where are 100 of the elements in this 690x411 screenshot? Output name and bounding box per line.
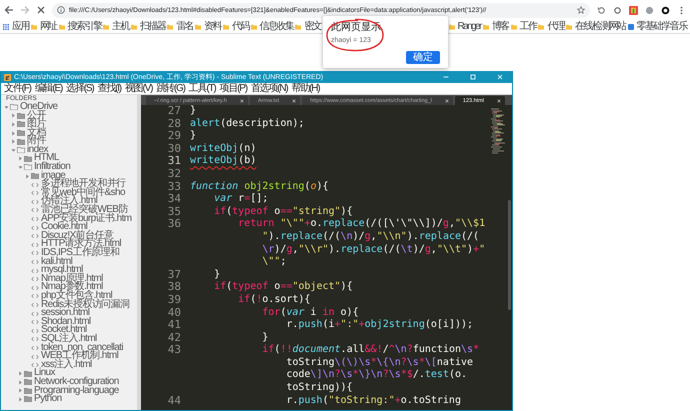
code-file-icon	[31, 182, 39, 188]
bookmark[interactable]: 在线检测网站	[566, 20, 626, 32]
file-label[interactable]: token_non_cancellati	[41, 344, 123, 352]
line-number: 29	[168, 129, 181, 142]
folder-label[interactable]: 文档	[27, 128, 46, 138]
maximize-icon[interactable]	[469, 73, 477, 81]
circle-icon[interactable]	[613, 6, 622, 14]
bookmark[interactable]: 博客	[482, 20, 509, 32]
folder-label[interactable]: 公开	[27, 112, 46, 120]
bookmark[interactable]: 密文	[295, 20, 322, 32]
code-file-icon	[31, 354, 39, 360]
code-file-icon	[31, 302, 39, 308]
caret-icon[interactable]	[18, 380, 23, 385]
folder-label[interactable]: Programing-language	[34, 386, 119, 396]
caret-icon[interactable]	[18, 164, 23, 170]
star-icon[interactable]	[577, 6, 585, 14]
bookmark[interactable]: 资料	[195, 20, 221, 32]
forward-arrow-icon[interactable]	[20, 5, 30, 15]
caret-icon[interactable]	[18, 371, 23, 376]
caret-icon[interactable]	[18, 396, 23, 402]
code-file-icon	[31, 293, 39, 300]
code-line: \r)/g,"\\r").replace(/(\t)/g,"\\t")+"	[261, 244, 486, 256]
close-icon[interactable]	[292, 98, 296, 102]
menu-item[interactable]: 视图(V)	[124, 83, 152, 94]
caret-icon[interactable]	[11, 122, 16, 127]
menu-item[interactable]: 首选项(N)	[250, 83, 288, 94]
bookmark[interactable]: 雷名	[167, 20, 194, 32]
close-icon[interactable]	[36, 5, 46, 15]
folder-icon	[510, 24, 517, 30]
file-label[interactable]: mysql.html	[41, 266, 83, 275]
file-label[interactable]: xss注入.html	[41, 360, 92, 370]
code-line: if(typeof o=="object"){	[213, 281, 353, 294]
file-label[interactable]: APP安装burp证书.htm	[41, 214, 132, 224]
caret-icon[interactable]	[18, 156, 23, 162]
code-file-icon	[31, 198, 39, 205]
close-icon[interactable]	[497, 98, 501, 102]
bookmark[interactable]: 代码	[222, 20, 249, 32]
caret-icon[interactable]	[11, 130, 16, 136]
menu-item[interactable]: 查找(I)	[97, 83, 121, 94]
code-file-icon	[31, 328, 39, 334]
close-icon[interactable]	[240, 98, 244, 102]
code-line: r.push(i+":"+obj2string(o[i]));	[285, 319, 474, 332]
menu-item[interactable]: 跳转(G)	[156, 83, 185, 94]
line-number: 33	[168, 180, 181, 193]
file-label[interactable]: SQL注入.html	[41, 334, 97, 344]
bookmark[interactable]: 信息收集	[250, 20, 294, 32]
folder-label[interactable]: Network-configuration	[34, 378, 119, 387]
bookmark[interactable]: 搜索引擎	[58, 20, 102, 32]
menu-item[interactable]: 编辑(E)	[34, 83, 62, 94]
code-line: for(var i in o){	[261, 306, 359, 319]
folder-label[interactable]: 图片	[27, 120, 46, 129]
caret-icon[interactable]	[4, 104, 9, 110]
menu-item[interactable]: 选择(S)	[66, 83, 94, 94]
bookmark[interactable]: 工作	[510, 20, 536, 32]
code-line: if(!!document.all&&!/^\n?function\s*	[261, 344, 480, 357]
code-line: toString\(\)\s*\{\n?\s*\[native	[285, 356, 474, 369]
folder-label[interactable]: Linux	[34, 369, 55, 378]
code-file-icon	[31, 233, 39, 240]
bookmark[interactable]: 零基础学音乐	[628, 20, 687, 32]
bookmark[interactable]: 主机	[103, 20, 130, 32]
code-file-icon	[31, 242, 39, 248]
caret-icon[interactable]	[25, 174, 30, 179]
code-line: if(typeof o=="string"){	[213, 206, 353, 218]
menu-item[interactable]: 帮助(H)	[292, 83, 320, 94]
ok-button[interactable]: 确定	[406, 51, 440, 64]
code-line: if(!o.sort){	[237, 294, 310, 306]
folder-label[interactable]: Infiltration	[34, 163, 70, 172]
code-line: }	[190, 105, 196, 118]
file-label[interactable]: IDS,IPS工作原理和	[41, 249, 120, 258]
folder-icon	[295, 24, 302, 30]
bookmark[interactable]: 网址	[30, 20, 57, 32]
code-line: function obj2string(o){	[190, 180, 329, 193]
bookmark[interactable]: 代理	[538, 20, 564, 32]
menu-item[interactable]: 项目(P)	[220, 83, 247, 94]
bookmark[interactable]: 扫描器	[131, 20, 166, 32]
code-file-icon	[31, 336, 39, 342]
code-file-icon	[31, 216, 39, 222]
scrollbar-thumb[interactable]	[508, 200, 511, 310]
caret-icon[interactable]	[11, 139, 16, 144]
caret-icon[interactable]	[18, 388, 23, 394]
folder-icon	[167, 24, 174, 30]
line-number: 32	[168, 166, 181, 180]
folder-icon	[222, 24, 229, 30]
file-label[interactable]: session.html	[41, 309, 90, 318]
code-file-icon	[31, 258, 39, 265]
code-line: }	[213, 268, 220, 281]
history-icon[interactable]	[597, 6, 606, 14]
caret-icon[interactable]	[11, 113, 16, 118]
info-icon[interactable]	[57, 6, 65, 14]
app-icon	[4, 74, 11, 80]
menu-item[interactable]: 文件(F)	[4, 83, 31, 94]
folder-icon	[448, 24, 455, 30]
caret-icon[interactable]	[11, 148, 16, 153]
bookmark[interactable]: Ranger	[448, 20, 481, 32]
bookmark[interactable]: 应用	[3, 20, 29, 32]
code-line: r.push("toString:"+o.toString	[285, 394, 461, 408]
folder-label[interactable]: Python	[34, 395, 62, 404]
close-icon[interactable]	[444, 98, 449, 102]
menu-item[interactable]: 工具(T)	[188, 83, 216, 94]
back-arrow-icon[interactable]	[4, 5, 14, 15]
